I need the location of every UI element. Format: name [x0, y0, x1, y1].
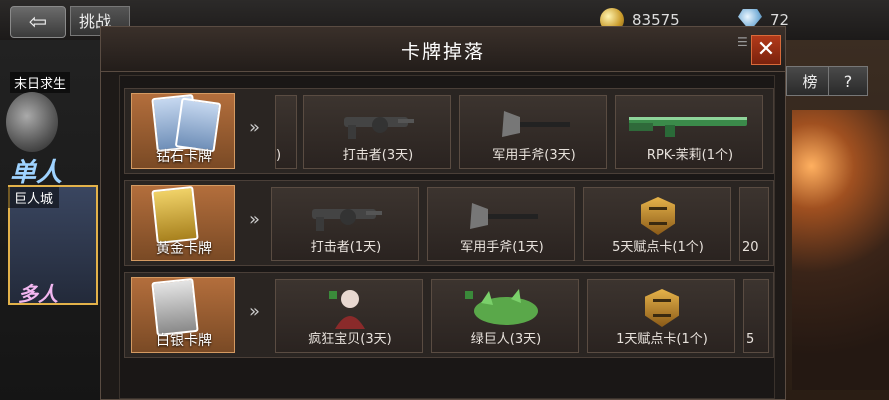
silver-card-icon — [151, 278, 199, 337]
modal-header: 卡牌掉落 ☰ ✕ — [101, 27, 785, 72]
chevron-right-icon: » — [249, 301, 261, 322]
mode-single-label[interactable]: 单人 — [10, 152, 62, 189]
item-label: 5天赋点卡(1个) — [612, 240, 704, 255]
diamond-card-icon-back — [174, 97, 222, 153]
item-label: 绿巨人(3天) — [470, 332, 542, 347]
close-button[interactable]: ✕ — [751, 35, 781, 65]
item-label: 打击者(3天) — [342, 148, 414, 163]
city-tag: 巨人城 — [8, 187, 60, 208]
card-row-silver: 白银卡牌 » 疯狂宝贝(3天) 绿巨人(3天) 1天赋点卡(1个) 5 — [124, 272, 774, 358]
drop-item[interactable]: 5 — [743, 279, 769, 353]
item-label: 5 — [746, 332, 755, 347]
drop-item[interactable]: 军用手斧(3天) — [459, 95, 607, 169]
item-label: 军用手斧(3天) — [492, 148, 576, 163]
rifle-icon — [616, 102, 762, 146]
city-multi-label: 多人 — [18, 282, 58, 306]
help-button[interactable]: ? — [828, 66, 868, 96]
drop-item[interactable]: 5天赋点卡(1个) — [583, 187, 731, 261]
item-label: 军用手斧(1天) — [460, 240, 544, 255]
mode-tag: 末日求生 — [10, 72, 71, 93]
item-label: RPK-茉莉(1个) — [646, 148, 734, 163]
card-label: 钻石卡牌 — [156, 149, 212, 165]
item-label: 20 — [742, 240, 759, 255]
zombie-scene — [792, 110, 889, 390]
green-giant-icon — [432, 286, 578, 330]
silver-card[interactable]: 白银卡牌 — [131, 277, 235, 353]
card-row-gold: 黄金卡牌 » 打击者(1天) 军用手斧(1天) 5天赋点卡(1个) 20 — [124, 180, 774, 266]
drop-item[interactable]: ) — [275, 95, 297, 169]
item-label: ) — [276, 148, 282, 163]
rank-button[interactable]: 榜 — [786, 66, 834, 96]
menu-icon: ☰ — [737, 35, 748, 49]
card-row-diamond: 钻石卡牌 » ) 打击者(3天) 军用手斧(3天) RPK-茉莉(1个) — [124, 88, 774, 174]
axe-icon — [428, 194, 574, 238]
drop-item[interactable]: 20 — [739, 187, 769, 261]
drop-item[interactable]: RPK-茉莉(1个) — [615, 95, 763, 169]
card-list[interactable]: 钻石卡牌 » ) 打击者(3天) 军用手斧(3天) RPK-茉莉(1个) 黄金卡… — [119, 75, 775, 399]
gold-card[interactable]: 黄金卡牌 — [131, 185, 235, 261]
drop-item[interactable]: 1天赋点卡(1个) — [587, 279, 735, 353]
diamond-card[interactable]: 钻石卡牌 — [131, 93, 235, 169]
chevron-right-icon: » — [249, 209, 261, 230]
shotgun-icon — [272, 194, 418, 238]
chevron-right-icon: » — [249, 117, 261, 138]
card-drop-modal: 卡牌掉落 ☰ ✕ 钻石卡牌 » ) 打击者(3天) 军用手斧(3天) RPK-茉… — [100, 26, 786, 400]
drop-item[interactable]: 绿巨人(3天) — [431, 279, 579, 353]
drop-item[interactable]: 疯狂宝贝(3天) — [275, 279, 423, 353]
drop-item[interactable]: 打击者(1天) — [271, 187, 419, 261]
axe-icon — [460, 102, 606, 146]
card-label: 黄金卡牌 — [156, 241, 212, 257]
modal-title: 卡牌掉落 — [400, 41, 485, 63]
shotgun-icon — [304, 102, 450, 146]
item-label: 1天赋点卡(1个) — [616, 332, 708, 347]
back-arrow-icon: ⇦ — [28, 9, 48, 35]
character-icon — [276, 286, 422, 330]
back-button[interactable]: ⇦ — [10, 6, 66, 38]
item-label: 打击者(1天) — [310, 240, 382, 255]
drop-item[interactable]: 军用手斧(1天) — [427, 187, 575, 261]
talent-badge-icon — [588, 286, 734, 330]
talent-badge-icon — [584, 194, 730, 238]
mode-emblem — [6, 92, 58, 152]
close-icon: ✕ — [756, 37, 776, 62]
gold-card-icon — [151, 186, 199, 245]
drop-item[interactable]: 打击者(3天) — [303, 95, 451, 169]
item-label: 疯狂宝贝(3天) — [308, 332, 392, 347]
card-label: 白银卡牌 — [156, 333, 212, 349]
